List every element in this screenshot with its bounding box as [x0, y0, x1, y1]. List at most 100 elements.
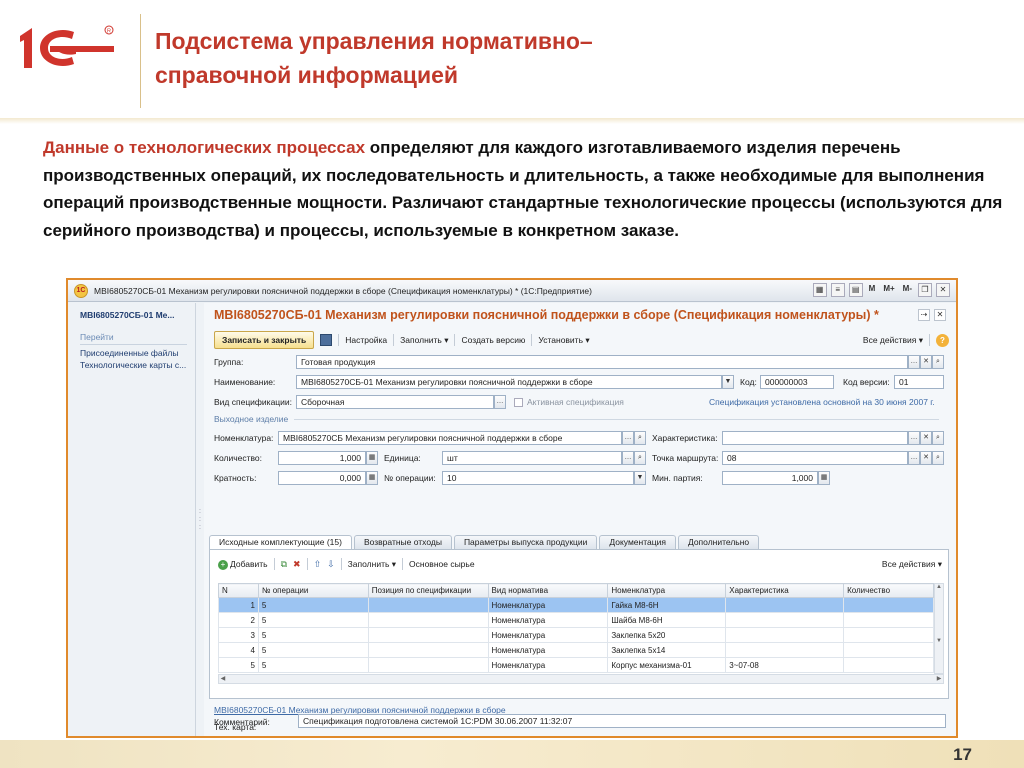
clear-icon[interactable]: ✕ — [920, 431, 932, 445]
op-no-field[interactable]: 10 — [442, 471, 634, 485]
memory-plus-button[interactable]: M+ — [881, 283, 896, 297]
name-field[interactable]: MBI6805270СБ-01 Механизм регулировки поя… — [296, 375, 722, 389]
tab-bar: Исходные комплектующие (15) Возвратные о… — [209, 535, 760, 549]
cell: Гайка М8-6Н — [607, 597, 727, 613]
mult-field[interactable]: 0,000 — [278, 471, 366, 485]
splitter-grip[interactable]: ::: — [199, 508, 201, 532]
min-batch-field[interactable]: 1,000 — [722, 471, 818, 485]
all-actions-menu[interactable]: Все действия ▾ — [863, 335, 923, 346]
tab-return-waste[interactable]: Возвратные отходы — [353, 535, 452, 549]
restore-icon[interactable]: ❐ — [918, 283, 932, 297]
select-dots-icon[interactable]: … — [908, 451, 920, 465]
select-dots-icon[interactable]: … — [908, 431, 920, 445]
tab-output-params[interactable]: Параметры выпуска продукции — [453, 535, 598, 549]
comment-label: Комментарий: — [214, 717, 270, 727]
calculator-icon[interactable]: ▤ — [848, 283, 863, 297]
table-horizontal-scrollbar[interactable]: ◀ ▶ — [218, 674, 944, 684]
select-dots-icon[interactable]: … — [622, 431, 634, 445]
cell: 5 — [257, 657, 369, 673]
memory-minus-button[interactable]: M- — [901, 283, 914, 297]
clear-icon[interactable]: ✕ — [920, 451, 932, 465]
col-norm-type[interactable]: Вид норматива — [487, 583, 609, 598]
spec-installed-note[interactable]: Спецификация установлена основной на 30 … — [709, 397, 935, 407]
calendar-icon[interactable]: ▦ — [812, 283, 827, 297]
cell — [725, 612, 845, 628]
cell: 3~07-08 — [725, 657, 845, 673]
settings-button[interactable]: Настройка — [345, 335, 387, 345]
tab-source-components[interactable]: Исходные комплектующие (15) — [209, 535, 352, 549]
search-icon[interactable]: ⌕ — [932, 451, 944, 465]
table-fill-menu[interactable]: Заполнить ▾ — [348, 559, 396, 570]
col-quantity[interactable]: Количество — [843, 583, 934, 598]
form-close-icon[interactable]: ✕ — [934, 309, 946, 321]
nav-link-attached-files[interactable]: Присоединенные файлы — [80, 347, 187, 359]
table-vertical-scrollbar[interactable]: ▲ ▼ — [934, 583, 944, 674]
tab-documentation[interactable]: Документация — [599, 535, 676, 549]
tab-additional[interactable]: Дополнительно — [677, 535, 760, 549]
cell: Корпус механизма-01 — [607, 657, 727, 673]
table-row[interactable]: 2 5 Номенклатура Шайба М8-6Н — [218, 612, 934, 628]
spec-type-field[interactable]: Сборочная — [296, 395, 494, 409]
footer-band — [0, 740, 1024, 768]
copy-icon[interactable]: ⧉ — [281, 559, 287, 570]
table-row[interactable]: 4 5 Номенклатура Заклепка 5х14 — [218, 642, 934, 658]
calculator-icon[interactable]: ▦ — [366, 471, 378, 485]
nomen-label: Номенклатура: — [214, 433, 274, 443]
create-version-button[interactable]: Создать версию — [461, 335, 525, 345]
move-up-icon[interactable]: ⇧ — [314, 559, 322, 570]
calculator-icon[interactable]: ▦ — [818, 471, 830, 485]
move-down-icon[interactable]: ⇩ — [327, 559, 335, 570]
chevron-down-icon[interactable]: ▼ — [634, 471, 646, 485]
search-icon[interactable]: ⌕ — [634, 431, 646, 445]
select-dots-icon[interactable]: … — [622, 451, 634, 465]
select-dots-icon[interactable]: … — [908, 355, 920, 369]
version-code-field[interactable]: 01 — [894, 375, 944, 389]
memory-button[interactable]: M — [867, 283, 878, 297]
search-icon[interactable]: ⌕ — [634, 451, 646, 465]
delete-icon[interactable]: ✖ — [293, 559, 301, 570]
select-dots-icon[interactable]: … — [494, 395, 506, 409]
active-spec-checkbox[interactable] — [514, 398, 523, 407]
install-menu[interactable]: Установить ▾ — [538, 335, 589, 346]
nav-panel-title: MBI6805270СБ-01 Ме... — [80, 310, 175, 320]
cell: Номенклатура — [487, 597, 609, 613]
comment-field[interactable]: Спецификация подготовлена системой 1С:PD… — [298, 714, 946, 728]
search-icon[interactable]: ⌕ — [932, 431, 944, 445]
qty-field[interactable]: 1,000 — [278, 451, 366, 465]
table-row[interactable]: 3 5 Номенклатура Заклепка 5х20 — [218, 627, 934, 643]
unit-field[interactable]: шт — [442, 451, 622, 465]
calculator-icon[interactable]: ▦ — [366, 451, 378, 465]
search-icon[interactable]: ⌕ — [932, 355, 944, 369]
toolbar-separator — [393, 334, 395, 346]
cell: 5 — [257, 627, 369, 643]
col-op-no[interactable]: № операции — [257, 583, 369, 598]
clear-icon[interactable]: ✕ — [920, 355, 932, 369]
add-button[interactable]: + Добавить — [218, 559, 268, 570]
toolbar-separator — [306, 558, 308, 570]
table-row[interactable]: 5 5 Номенклатура Корпус механизма-01 3~0… — [218, 657, 934, 673]
char-field[interactable] — [722, 431, 908, 445]
table-row[interactable]: 1 5 Номенклатура Гайка М8-6Н — [218, 597, 934, 613]
table-all-actions-menu[interactable]: Все действия ▾ — [882, 559, 942, 570]
nav-link-tech-cards[interactable]: Технологические карты с... — [80, 359, 187, 371]
help-icon[interactable]: ? — [936, 333, 949, 347]
chevron-down-icon[interactable]: ▼ — [722, 375, 734, 389]
group-field[interactable]: Готовая продукция — [296, 355, 908, 369]
cell: 5 — [218, 657, 259, 673]
nomen-field[interactable]: MBI6805270СБ Механизм регулировки поясни… — [278, 431, 622, 445]
col-spec-position[interactable]: Позиция по спецификации — [367, 583, 489, 598]
col-nomenclature[interactable]: Номенклатура — [607, 583, 727, 598]
fill-menu[interactable]: Заполнить ▾ — [400, 335, 448, 346]
col-n[interactable]: N — [218, 583, 259, 598]
save-icon[interactable] — [320, 334, 333, 346]
main-raw-button[interactable]: Основное сырье — [409, 559, 475, 569]
close-icon[interactable]: ✕ — [936, 283, 950, 297]
cell — [367, 642, 489, 658]
cell — [367, 597, 489, 613]
code-field[interactable]: 000000003 — [760, 375, 834, 389]
col-characteristic[interactable]: Характеристика — [725, 583, 845, 598]
save-close-button[interactable]: Записать и закрыть — [214, 331, 315, 349]
notes-icon[interactable]: ≡ — [830, 283, 845, 297]
route-field[interactable]: 08 — [722, 451, 908, 465]
link-icon[interactable]: ⇢ — [918, 309, 930, 321]
